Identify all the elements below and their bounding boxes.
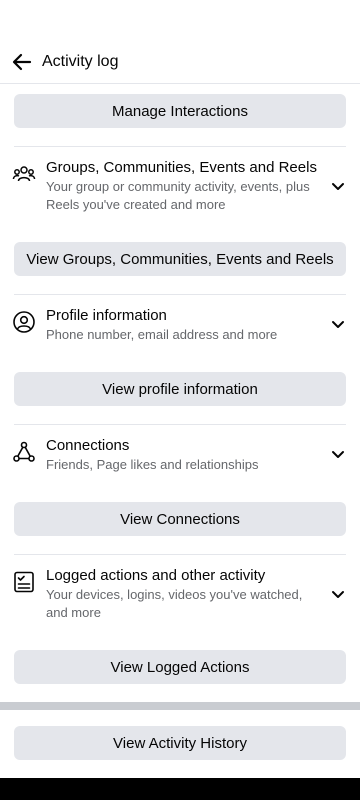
status-bar xyxy=(0,0,360,40)
section-title: Connections xyxy=(46,437,130,454)
back-arrow-icon xyxy=(12,53,32,70)
section-title: Logged actions and other activity xyxy=(46,567,266,584)
divider xyxy=(14,146,346,147)
page-title: Activity log xyxy=(42,52,119,70)
chevron-down-icon xyxy=(332,321,344,328)
section-separator xyxy=(0,702,360,710)
back-button[interactable] xyxy=(2,40,42,84)
section-subtitle: Friends, Page likes and relationships xyxy=(46,457,259,472)
view-groups-button[interactable]: View Groups, Communities, Events and Ree… xyxy=(14,242,346,276)
section-title: Groups, Communities, Events and Reels xyxy=(46,159,317,176)
system-navigation-bar xyxy=(0,778,360,800)
view-logged-actions-button[interactable]: View Logged Actions xyxy=(14,650,346,684)
connections-icon xyxy=(13,441,35,462)
divider xyxy=(14,294,346,295)
divider xyxy=(14,424,346,425)
manage-interactions-button[interactable]: Manage Interactions xyxy=(14,94,346,128)
section-profile-information[interactable]: Profile information Phone number, email … xyxy=(0,304,360,348)
profile-icon xyxy=(13,311,35,333)
header: Activity log xyxy=(0,40,360,84)
checklist-icon xyxy=(14,571,34,593)
section-subtitle: Your group or community activity, events… xyxy=(46,179,310,212)
view-activity-history-button[interactable]: View Activity History xyxy=(14,726,346,760)
view-connections-button[interactable]: View Connections xyxy=(14,502,346,536)
chevron-down-icon xyxy=(332,591,344,598)
view-profile-information-button[interactable]: View profile information xyxy=(14,372,346,406)
section-logged-actions[interactable]: Logged actions and other activity Your d… xyxy=(0,564,360,624)
section-connections[interactable]: Connections Friends, Page likes and rela… xyxy=(0,434,360,478)
section-title: Profile information xyxy=(46,307,167,324)
chevron-down-icon xyxy=(332,451,344,458)
groups-icon xyxy=(12,166,36,182)
chevron-down-icon xyxy=(332,183,344,190)
section-subtitle: Phone number, email address and more xyxy=(46,327,278,342)
section-groups[interactable]: Groups, Communities, Events and Reels Yo… xyxy=(0,156,360,216)
section-subtitle: Your devices, logins, videos you've watc… xyxy=(46,587,303,620)
divider xyxy=(14,554,346,555)
